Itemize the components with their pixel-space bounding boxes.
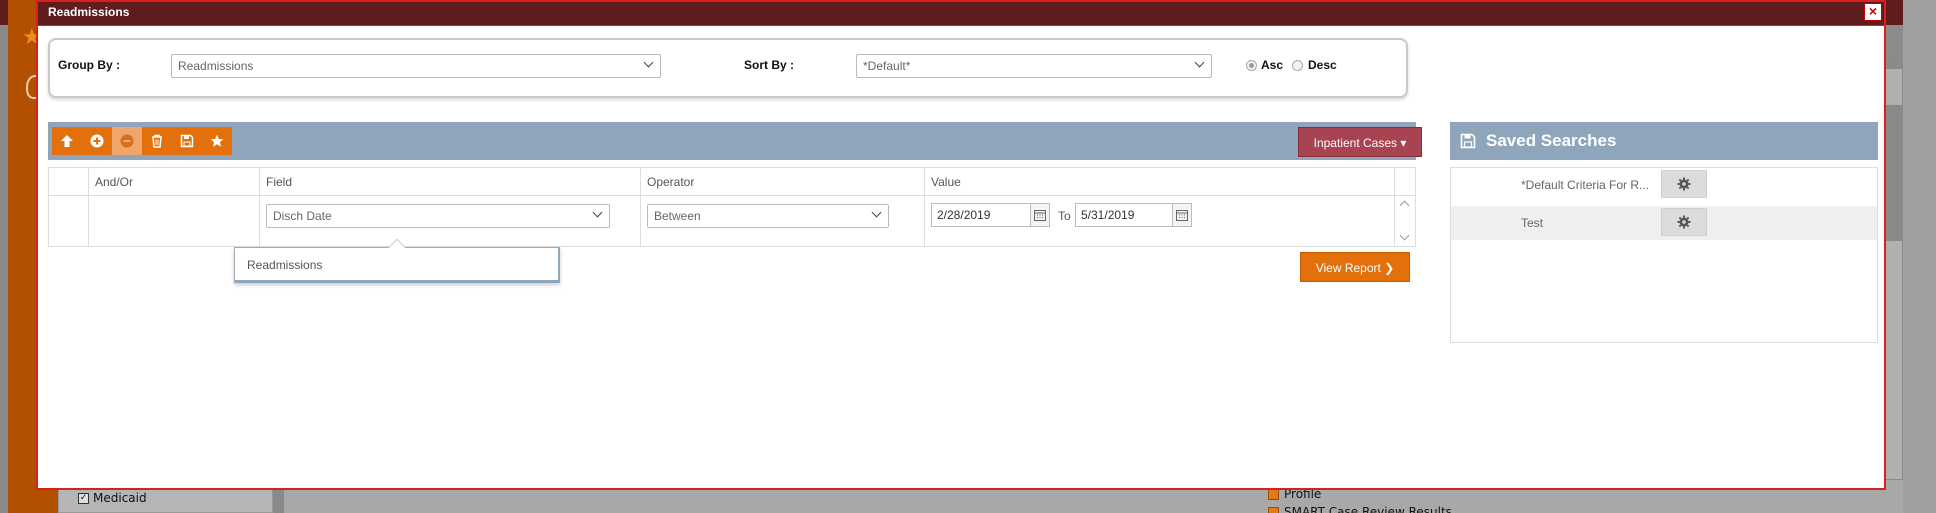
field-select[interactable]: Disch Date [266, 204, 610, 228]
medicaid-checkbox[interactable]: ✓ Medicaid [78, 491, 147, 505]
group-by-value: Readmissions [178, 59, 254, 73]
criteria-toolbar: Inpatient Cases ▾ [48, 122, 1422, 160]
to-label: To [1058, 209, 1071, 223]
chevron-down-icon [871, 207, 882, 218]
save-icon [180, 134, 194, 148]
group-by-select[interactable]: Readmissions [171, 54, 661, 78]
chevron-right-icon: ❯ [1384, 261, 1395, 275]
asc-label: Asc [1261, 58, 1284, 72]
gear-icon [1677, 177, 1691, 191]
dropdown-option-readmissions[interactable]: Readmissions [247, 258, 322, 272]
smart-case-review-link[interactable]: SMART Case Review Results [1268, 503, 1452, 513]
delete-button[interactable] [142, 127, 172, 155]
asc-radio[interactable] [1246, 60, 1257, 71]
field-dropdown-popup: Readmissions [234, 238, 560, 283]
document-icon [1268, 488, 1279, 500]
grid-header-select [49, 168, 89, 196]
trash-icon [152, 134, 162, 148]
saved-search-settings-button[interactable] [1661, 208, 1707, 236]
modal-title: Readmissions [38, 2, 1884, 26]
group-sort-bar: Group By : Readmissions Sort By : *Defau… [48, 38, 1408, 98]
chevron-down-icon [643, 57, 654, 68]
saved-searches-list: *Default Criteria For R... Test [1450, 167, 1878, 343]
desc-label: Desc [1308, 58, 1337, 72]
group-by-label: Group By : [58, 58, 120, 72]
saved-searches-title: Saved Searches [1486, 131, 1617, 150]
calendar-icon [1176, 210, 1188, 221]
value-cell: 2/28/2019 To 5/31/2019 [925, 196, 1395, 246]
field-cell: Disch Date [260, 196, 641, 246]
sort-by-select[interactable]: *Default* [856, 54, 1212, 78]
list-item[interactable]: Test [1451, 206, 1877, 240]
minus-circle-icon [120, 134, 134, 148]
arrow-up-icon [61, 135, 73, 147]
gear-icon [1677, 215, 1691, 229]
add-criteria-button[interactable] [82, 127, 112, 155]
view-report-button[interactable]: View Report ❯ [1300, 252, 1410, 282]
to-date-input[interactable]: 5/31/2019 [1075, 203, 1173, 227]
checkbox-icon: ✓ [78, 492, 89, 504]
sort-by-value: *Default* [863, 59, 911, 73]
grid-header: And/Or Field Operator Value [49, 168, 1415, 196]
calendar-icon [1034, 210, 1046, 221]
inpatient-cases-dropdown[interactable]: Inpatient Cases ▾ [1298, 127, 1422, 157]
close-icon[interactable]: × [1864, 3, 1882, 21]
save-button[interactable] [172, 127, 202, 155]
caret-down-icon: ▾ [1400, 136, 1407, 150]
chevron-down-icon[interactable] [1399, 230, 1410, 241]
sort-by-label: Sort By : [744, 58, 795, 72]
plus-circle-icon [90, 134, 104, 148]
chevron-up-icon[interactable] [1399, 200, 1410, 211]
inpatient-cases-label: Inpatient Cases [1313, 136, 1397, 150]
grid-scrollbar[interactable] [1395, 196, 1415, 246]
chevron-down-icon [592, 207, 603, 218]
saved-search-name[interactable]: Test [1521, 216, 1659, 230]
move-up-button[interactable] [52, 127, 82, 155]
list-item[interactable]: *Default Criteria For R... [1451, 168, 1877, 202]
grid-header-value: Value [925, 168, 1395, 196]
readmissions-modal: Readmissions × Group By : Readmissions S… [36, 0, 1886, 490]
view-report-label: View Report [1315, 261, 1381, 275]
table-row: Disch Date Between 2/28/2019 To 5/31/201… [49, 196, 1415, 246]
field-value: Disch Date [273, 209, 332, 223]
saved-searches-header: Saved Searches [1450, 122, 1878, 160]
operator-value: Between [654, 209, 701, 223]
and-or-cell[interactable] [89, 196, 260, 246]
from-date-input[interactable]: 2/28/2019 [931, 203, 1031, 227]
medicaid-label: Medicaid [93, 491, 147, 505]
remove-criteria-button[interactable] [112, 127, 142, 155]
operator-select[interactable]: Between [647, 204, 889, 228]
save-icon [1460, 133, 1476, 149]
saved-search-name[interactable]: *Default Criteria For R... [1521, 178, 1659, 192]
document-icon [1268, 506, 1279, 513]
star-icon [210, 134, 224, 147]
row-select-cell[interactable] [49, 196, 89, 246]
grid-header-operator: Operator [641, 168, 925, 196]
operator-cell: Between [641, 196, 925, 246]
criteria-grid: And/Or Field Operator Value Disch Date B… [48, 167, 1416, 247]
grid-header-field: Field [260, 168, 641, 196]
background-right-column [1903, 0, 1936, 513]
desc-radio[interactable] [1292, 60, 1303, 71]
grid-header-and-or: And/Or [89, 168, 260, 196]
from-date-picker[interactable] [1030, 203, 1050, 227]
smart-case-review-label: SMART Case Review Results [1284, 505, 1452, 513]
to-date-picker[interactable] [1172, 203, 1192, 227]
chevron-down-icon [1194, 57, 1205, 68]
favorite-button[interactable] [202, 127, 232, 155]
saved-search-settings-button[interactable] [1661, 170, 1707, 198]
